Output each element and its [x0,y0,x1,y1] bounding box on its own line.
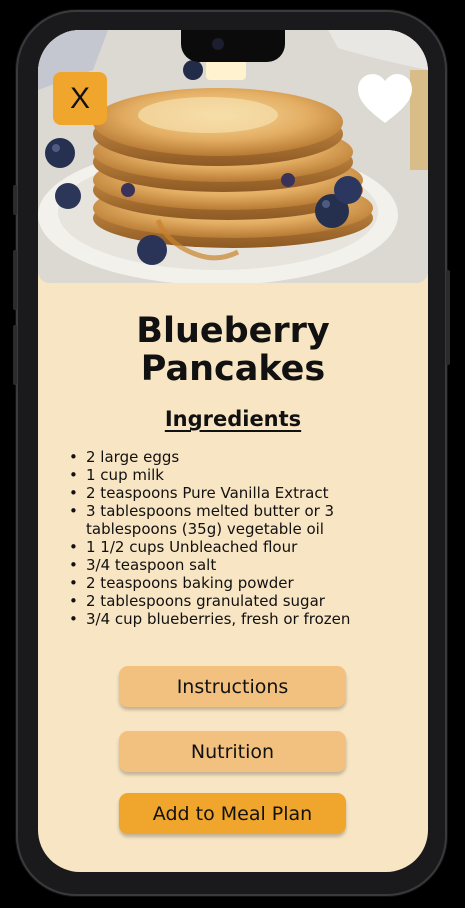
ingredient-item: 2 teaspoons baking powder [66,574,406,592]
recipe-title-line2: Pancakes [140,349,326,389]
recipe-photo [38,30,428,283]
ingredient-item: 3/4 teaspoon salt [66,556,406,574]
front-camera [212,38,224,50]
add-to-meal-plan-button[interactable]: Add to Meal Plan [119,793,346,834]
pancake-stack-image [38,30,428,283]
recipe-title: Blueberry Pancakes [38,312,428,388]
power-button [446,270,450,365]
nutrition-button[interactable]: Nutrition [119,731,346,772]
app-screen: X Blueberry Pancakes Ingredients 2 large… [38,30,428,872]
volume-up-button [13,250,17,310]
ingredients-heading: Ingredients [38,407,428,431]
close-button[interactable]: X [53,72,107,125]
ingredient-item: 1 cup milk [66,466,406,484]
heart-icon[interactable] [356,73,414,125]
ingredients-list: 2 large eggs 1 cup milk 2 teaspoons Pure… [66,448,406,628]
ingredients-heading-text: Ingredients [164,407,302,431]
ingredient-item: 3 tablespoons melted butter or 3 tablesp… [66,502,406,538]
mute-switch [13,185,17,215]
volume-down-button [13,325,17,385]
ingredient-item: 3/4 cup blueberries, fresh or frozen [66,610,406,628]
ingredient-item: 1 1/2 cups Unbleached flour [66,538,406,556]
close-icon: X [69,81,90,115]
ingredient-item: 2 teaspoons Pure Vanilla Extract [66,484,406,502]
ingredient-item: 2 large eggs [66,448,406,466]
ingredient-item: 2 tablespoons granulated sugar [66,592,406,610]
notch [181,30,285,62]
instructions-button[interactable]: Instructions [119,666,346,707]
recipe-title-line1: Blueberry [136,311,330,351]
